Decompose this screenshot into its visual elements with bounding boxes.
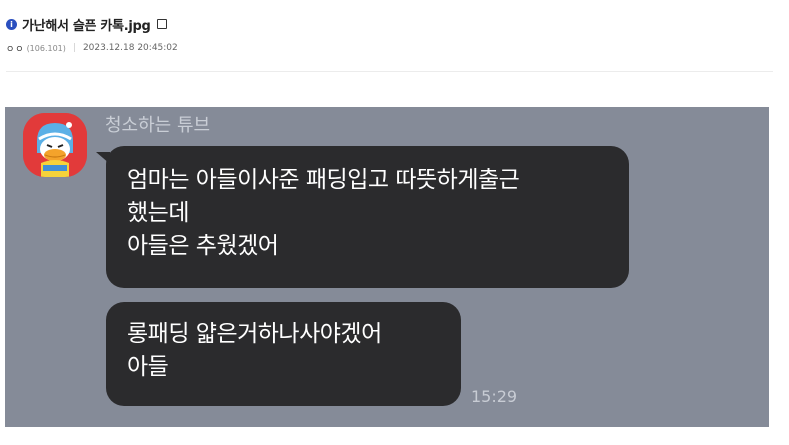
duck-avatar-icon [23, 113, 87, 177]
message-timestamp: 15:29 [471, 387, 518, 406]
chat-sender-name: 청소하는 튜브 [105, 115, 211, 136]
post-meta: ㅇㅇ (106.101) | 2023.12.18 20:45:02 [6, 41, 776, 55]
chat-message-bubble: 엄마는 아들이사준 패딩입고 따뜻하게출근 했는데 아들은 추웠겠어 [96, 146, 629, 288]
image-square-icon [156, 19, 167, 29]
info-circle-icon: i [6, 18, 17, 30]
post-author[interactable]: ㅇㅇ [6, 42, 25, 55]
post-title-row: i 가난해서 슬픈 카톡.jpg [6, 14, 776, 34]
meta-separator: | [72, 43, 76, 53]
message-line: 아들 [127, 354, 169, 380]
chat-message-bubble: 롱패딩 얇은거하나사야겠어 아들 [106, 302, 461, 406]
message-line: 했는데 [127, 200, 189, 226]
message-line: 엄마는 아들이사준 패딩입고 따뜻하게출근 [127, 167, 520, 193]
chat-screenshot-image: 청소하는 튜브 엄마는 아들이사준 패딩입고 따뜻하게출근 했는데 아들은 추웠… [5, 107, 769, 427]
header-divider [6, 71, 773, 72]
message-line: 롱패딩 얇은거하나사야겠어 [127, 321, 382, 347]
post-author-ip: (106.101) [26, 43, 66, 53]
post-header: i 가난해서 슬픈 카톡.jpg ㅇㅇ (106.101) | 2023.12.… [6, 14, 776, 55]
message-line: 아들은 추웠겠어 [127, 233, 279, 259]
post-date: 2023.12.18 20:45:02 [82, 43, 178, 53]
post-title[interactable]: 가난해서 슬픈 카톡.jpg [22, 15, 151, 34]
